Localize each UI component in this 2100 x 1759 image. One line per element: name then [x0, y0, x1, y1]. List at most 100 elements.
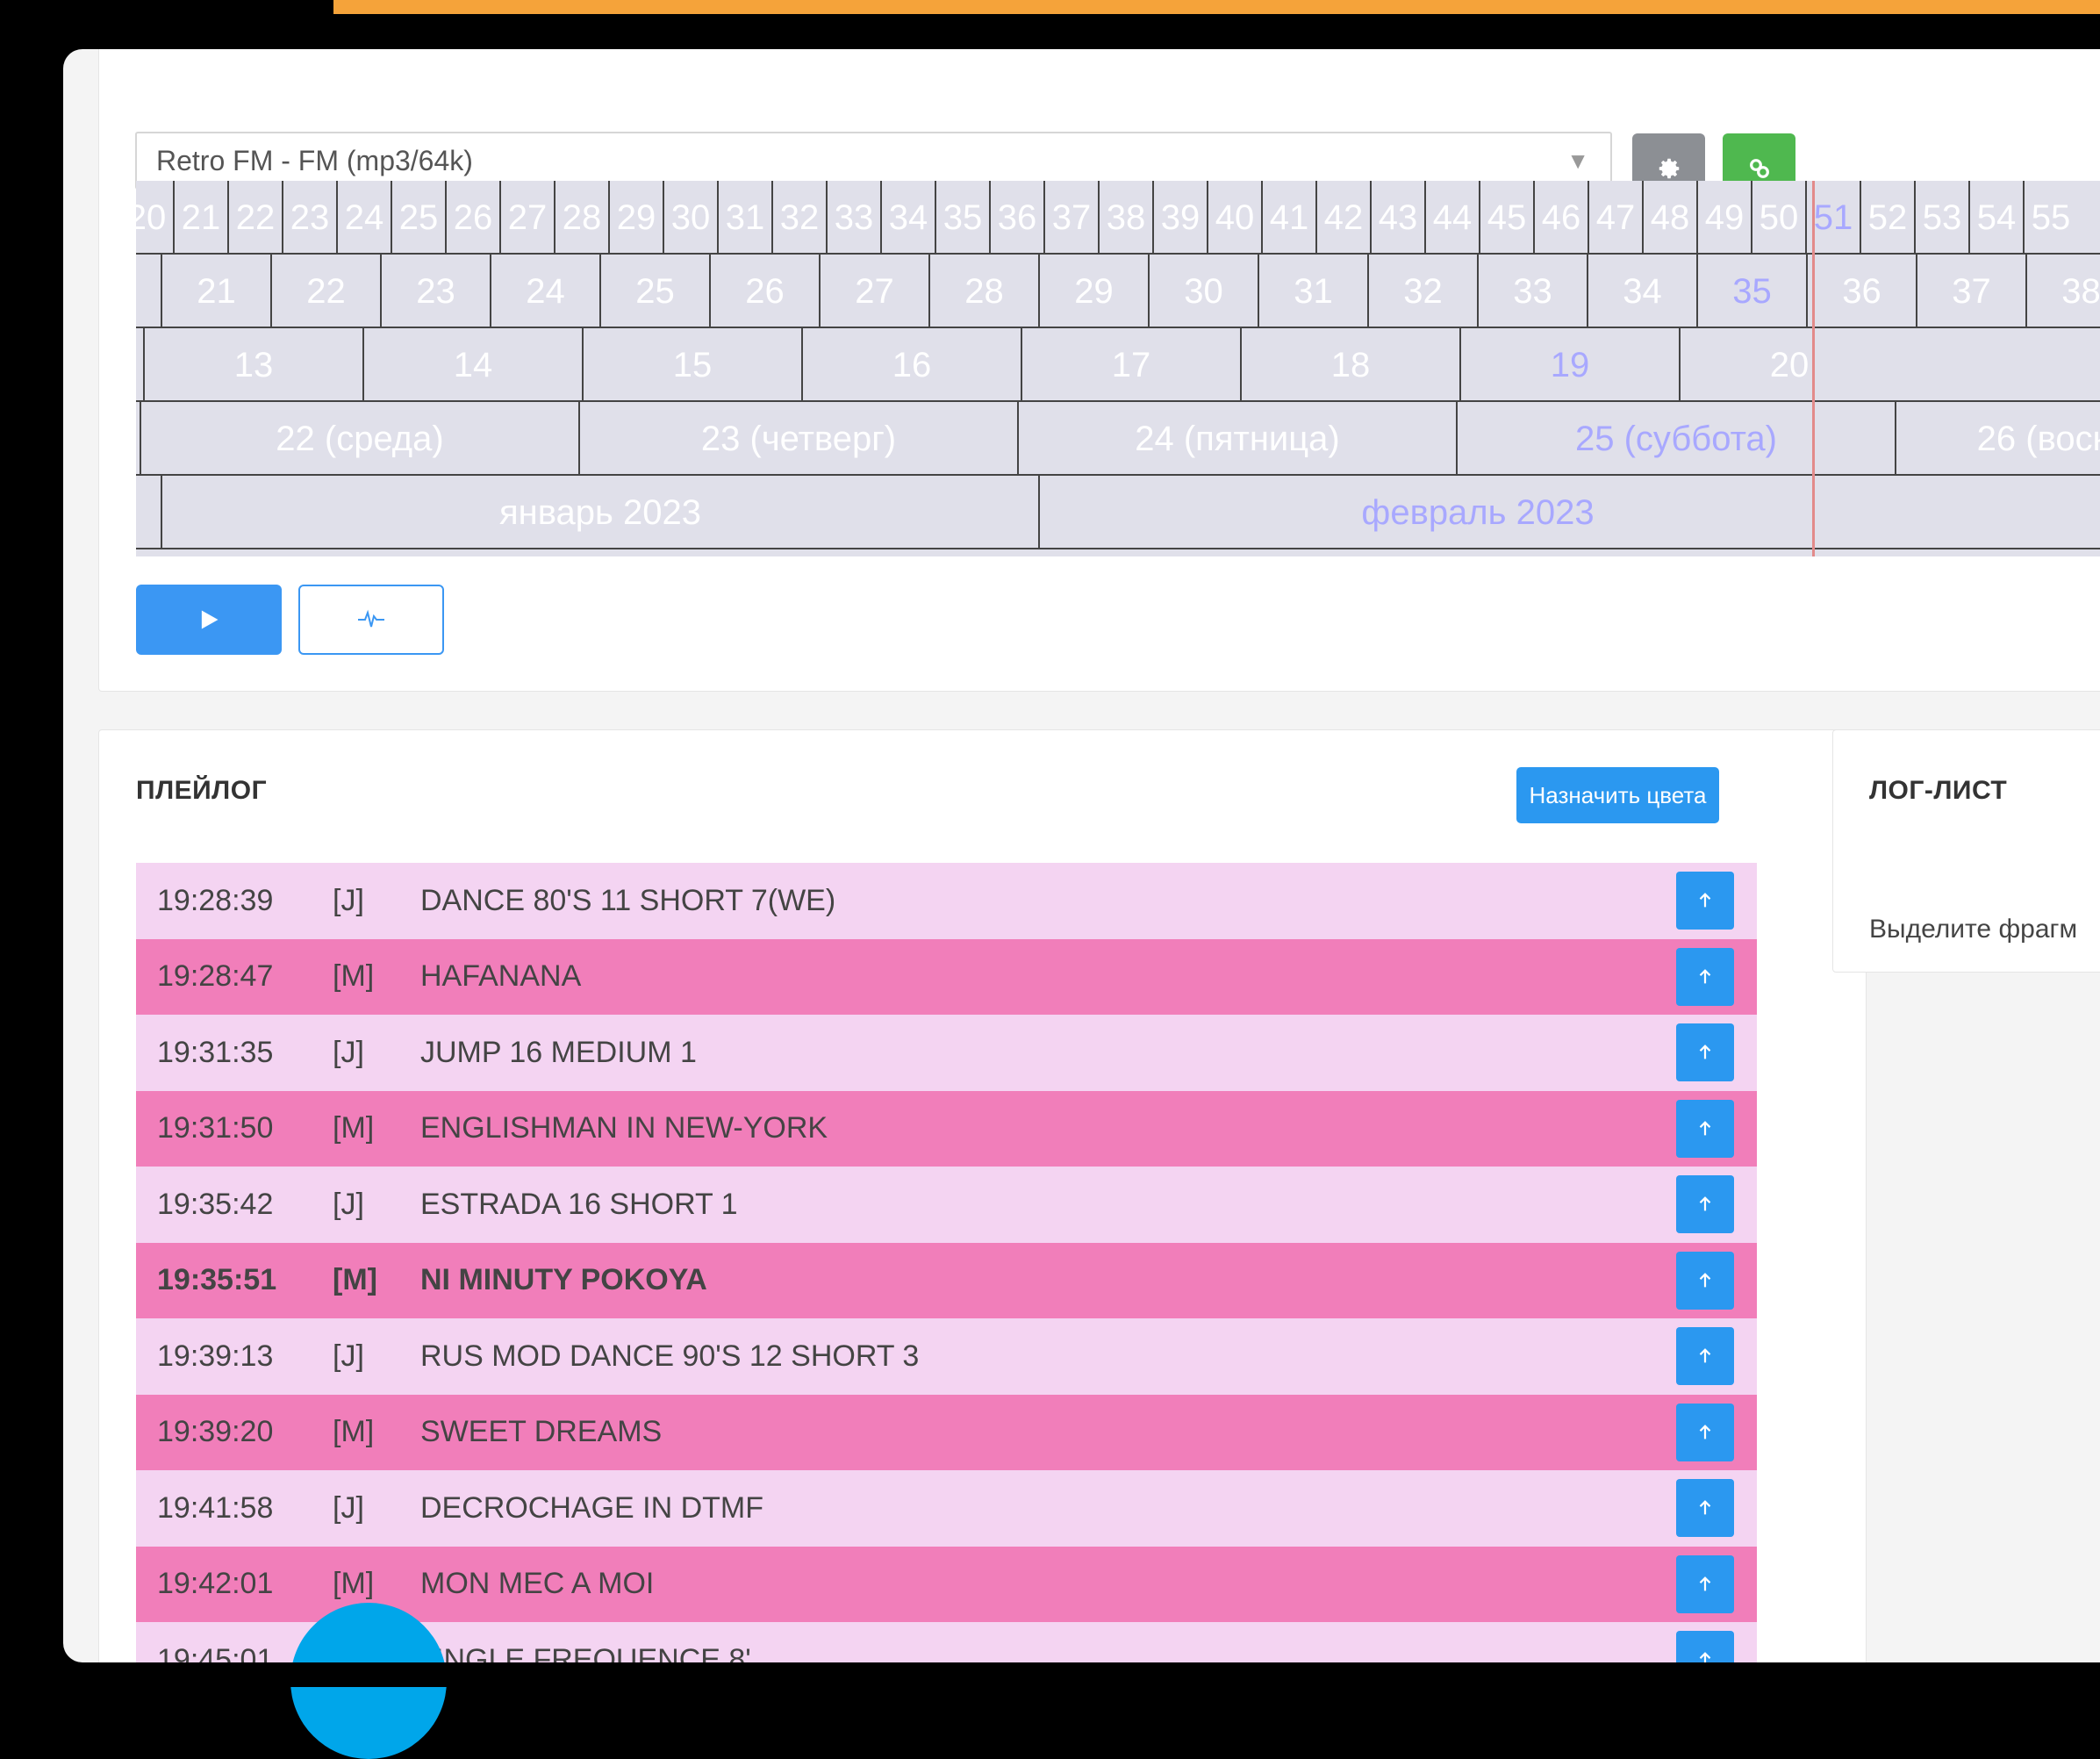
timeline-hour-cell[interactable]: 29 — [1038, 255, 1148, 328]
playlist-row-up-button[interactable] — [1676, 1327, 1734, 1385]
playlist-row[interactable]: 19:35:51 [M] NI MINUTY POKOYA — [136, 1242, 1757, 1318]
timeline-week-cell[interactable]: 39 — [1152, 181, 1207, 255]
timeline-weekday-cell[interactable]: 26 (воскресенье) — [1895, 402, 2100, 476]
timeline-week-cell[interactable]: 20 — [136, 181, 173, 255]
play-button[interactable] — [136, 585, 282, 655]
timeline-week-cell[interactable]: 44 — [1424, 181, 1479, 255]
playlist-row[interactable]: 19:28:39 [J] DANCE 80'S 11 SHORT 7(WE) — [136, 863, 1757, 939]
timeline-day-cell[interactable]: 13 — [143, 328, 362, 402]
timeline-week-cell[interactable]: 21 — [173, 181, 227, 255]
timeline-hour-cell[interactable]: 26 — [709, 255, 819, 328]
playlist-row-up-button[interactable] — [1676, 1554, 1734, 1613]
timeline-week-cell[interactable]: 27 — [499, 181, 554, 255]
timeline-week-cell[interactable]: 30 — [663, 181, 717, 255]
playlist-row-up-button[interactable] — [1676, 1251, 1734, 1310]
timeline-month-cell[interactable]: февраль 2023 — [1038, 476, 1916, 549]
timeline-week-cell[interactable]: 38 — [1098, 181, 1152, 255]
timeline-week-cell[interactable]: 31 — [717, 181, 771, 255]
playlist-row-time: 19:39:13 — [157, 1339, 274, 1373]
timeline-week-cell[interactable]: 40 — [1207, 181, 1261, 255]
timeline-week-cell[interactable]: 54 — [1968, 181, 2023, 255]
timeline-hour-cell[interactable]: 32 — [1367, 255, 1477, 328]
playlist-row-up-button[interactable] — [1676, 1631, 1734, 1662]
playlist-row[interactable]: 19:39:20 [M] SWEET DREAMS — [136, 1394, 1757, 1470]
timeline-week-cell[interactable]: 23 — [282, 181, 336, 255]
timeline-day-cell[interactable]: 18 — [1240, 328, 1459, 402]
timeline-month-cell[interactable]: январь 2023 — [161, 476, 1038, 549]
playlist-row-time: 19:31:50 — [157, 1111, 274, 1145]
timeline-week-cell[interactable]: 25 — [391, 181, 445, 255]
playlist-row[interactable]: 19:35:42 [J] ESTRADA 16 SHORT 1 — [136, 1167, 1757, 1243]
playlist-row-up-button[interactable] — [1676, 947, 1734, 1006]
timeline-hour-cell[interactable]: 23 — [380, 255, 490, 328]
timeline-weekday-cell[interactable]: 23 (четверг) — [578, 402, 1017, 476]
playlist-row-up-button[interactable] — [1676, 1099, 1734, 1158]
timeline-hour-cell[interactable]: 31 — [1258, 255, 1367, 328]
timeline-hour-cell[interactable]: 35 — [1696, 255, 1806, 328]
playlist-row[interactable]: 19:31:50 [M] ENGLISHMAN IN NEW-YORK — [136, 1090, 1757, 1167]
timeline-week-cell[interactable]: 28 — [554, 181, 608, 255]
timeline-day-cell[interactable]: 16 — [801, 328, 1021, 402]
playlist-row-type: [M] — [333, 1263, 377, 1297]
timeline-week-cell[interactable]: 24 — [336, 181, 391, 255]
timeline-day-cell[interactable]: 17 — [1021, 328, 1240, 402]
timeline-weekday-cell[interactable]: 25 (суббота) — [1456, 402, 1895, 476]
playlist-row-up-button[interactable] — [1676, 1175, 1734, 1233]
timeline-week-cell[interactable]: 26 — [445, 181, 499, 255]
waveform-button[interactable] — [298, 585, 444, 655]
timeline[interactable]: 2021222324252627282930313233343536373839… — [136, 181, 2100, 556]
timeline-hour-cell[interactable]: 33 — [1477, 255, 1587, 328]
timeline-week-cell[interactable]: 49 — [1696, 181, 1751, 255]
timeline-week-cell[interactable]: 37 — [1043, 181, 1098, 255]
timeline-week-cell[interactable]: 50 — [1751, 181, 1805, 255]
timeline-day-cell[interactable]: 15 — [582, 328, 801, 402]
timeline-week-cell[interactable]: 55 — [2023, 181, 2077, 255]
timeline-week-cell[interactable]: 46 — [1533, 181, 1588, 255]
timeline-week-cell[interactable]: 42 — [1315, 181, 1370, 255]
timeline-hour-cell[interactable]: 25 — [599, 255, 709, 328]
playlist-row[interactable]: 19:39:13 [J] RUS MOD DANCE 90'S 12 SHORT 3 — [136, 1318, 1757, 1395]
timeline-week-cell[interactable]: 43 — [1370, 181, 1424, 255]
playlist-row-up-button[interactable] — [1676, 1023, 1734, 1081]
timeline-week-cell[interactable]: 22 — [227, 181, 282, 255]
timeline-week-cell[interactable]: 34 — [880, 181, 935, 255]
timeline-week-cell[interactable]: 33 — [826, 181, 880, 255]
timeline-week-cell[interactable]: 32 — [771, 181, 826, 255]
timeline-weekday-cell[interactable]: 22 (среда) — [140, 402, 578, 476]
timeline-week-cell[interactable]: 36 — [989, 181, 1043, 255]
assign-colors-button[interactable]: Назначить цвета — [1516, 767, 1719, 823]
timeline-week-cell[interactable]: 35 — [935, 181, 989, 255]
timeline-hour-cell[interactable]: 27 — [819, 255, 928, 328]
timeline-hour-cell[interactable]: 38 — [2025, 255, 2100, 328]
timeline-day-cell[interactable]: 19 — [1459, 328, 1679, 402]
timeline-week-cell[interactable]: 48 — [1642, 181, 1696, 255]
timeline-hour-cell[interactable]: 37 — [1916, 255, 2025, 328]
playlist-row-up-button[interactable] — [1676, 872, 1734, 930]
app-screen: Retro FM - FM (mp3/64k) ▼ 20212223242526… — [63, 49, 2100, 1662]
playlist-row-title: RUS MOD DANCE 90'S 12 SHORT 3 — [420, 1339, 920, 1373]
playlist-row-up-button[interactable] — [1676, 1403, 1734, 1461]
timeline-day-cell[interactable]: 20 — [1679, 328, 1898, 402]
timeline-hour-cell[interactable]: 34 — [1587, 255, 1696, 328]
timeline-hour-cell[interactable]: 0 — [136, 255, 161, 328]
playlist-row-up-button[interactable] — [1676, 1479, 1734, 1537]
timeline-week-cell[interactable]: 52 — [1860, 181, 1914, 255]
timeline-hour-cell[interactable]: 22 — [270, 255, 380, 328]
playlist-row-type: [J] — [333, 883, 364, 917]
timeline-hour-cell[interactable]: 28 — [928, 255, 1038, 328]
timeline-week-cell[interactable]: 53 — [1914, 181, 1968, 255]
playlist-row[interactable]: 19:28:47 [M] HAFANANA — [136, 938, 1757, 1015]
timeline-week-cell[interactable]: 41 — [1261, 181, 1315, 255]
playlist-row[interactable]: 19:41:58 [J] DECROCHAGE IN DTMF — [136, 1470, 1757, 1547]
timeline-hour-cell[interactable]: 30 — [1148, 255, 1258, 328]
timeline-week-cell[interactable]: 47 — [1588, 181, 1642, 255]
timeline-day-cell[interactable]: 12 — [136, 328, 143, 402]
timeline-hour-cell[interactable]: 21 — [161, 255, 270, 328]
timeline-week-cell[interactable]: 45 — [1479, 181, 1533, 255]
timeline-weekday-cell[interactable]: 24 (пятница) — [1017, 402, 1456, 476]
timeline-day-cell[interactable]: 14 — [362, 328, 582, 402]
timeline-hour-cell[interactable]: 36 — [1806, 255, 1916, 328]
timeline-week-cell[interactable]: 29 — [608, 181, 663, 255]
timeline-hour-cell[interactable]: 24 — [490, 255, 599, 328]
playlist-row[interactable]: 19:31:35 [J] JUMP 16 MEDIUM 1 — [136, 1015, 1757, 1091]
